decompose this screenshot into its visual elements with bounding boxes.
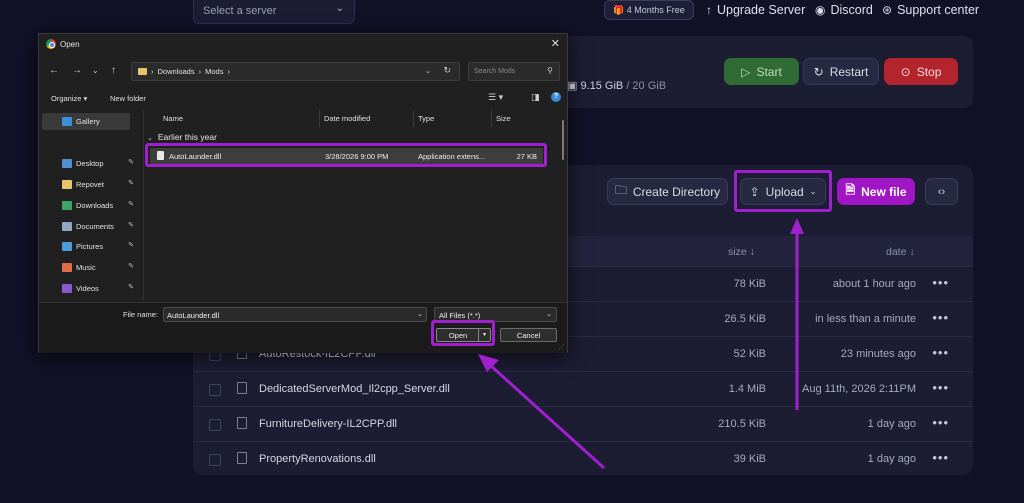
arrowhead-icon: [790, 218, 804, 234]
annotation-arrows: [478, 218, 804, 470]
arrow-to-open-button: [488, 363, 606, 470]
